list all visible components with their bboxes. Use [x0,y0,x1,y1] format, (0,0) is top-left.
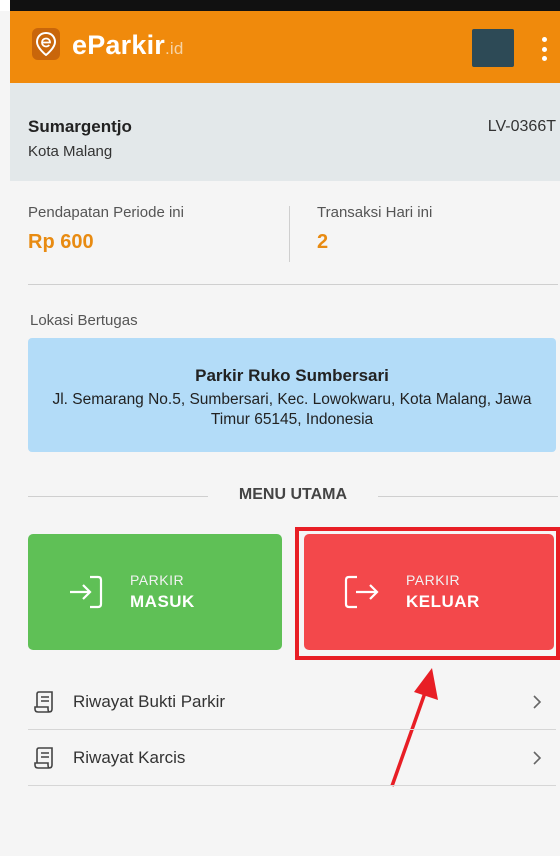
transaction-label: Transaksi Hari ini [317,204,433,221]
stats-divider [289,206,290,262]
brand-suffix: .id [164,39,184,58]
transaction-stat: Transaksi Hari ini 2 [317,204,432,254]
sign-in-icon [70,575,103,609]
more-vertical-icon[interactable] [540,37,548,61]
menu-header: MENU UTAMA [28,484,558,508]
park-out-button[interactable]: PARKIR KELUAR [304,534,554,650]
user-code: LV-0366T [487,118,556,135]
receipt-scroll-icon [34,691,53,713]
chevron-right-icon [533,695,542,709]
menu-header-line-right [378,496,558,497]
income-label: Pendapatan Periode ini [28,204,184,221]
park-in-labels: PARKIR MASUK [130,572,195,612]
avatar[interactable] [472,29,514,67]
location-card: Parkir Ruko Sumbersari Jl. Semarang No.5… [28,338,556,452]
list-item-riwayat-karcis[interactable]: Riwayat Karcis [28,730,556,786]
sign-out-icon [344,575,379,609]
park-out-big-label: KELUAR [406,592,480,611]
income-value: Rp 600 [28,231,94,253]
status-bar [0,0,560,11]
park-out-labels: PARKIR KELUAR [406,572,480,612]
app-bar: eParkir.id [10,11,560,83]
chevron-right-icon [533,751,542,765]
park-out-small-label: PARKIR [406,572,461,588]
brand-name: eParkir [72,30,165,60]
user-city: Kota Malang [28,143,113,160]
user-info-card: Sumargentjo Kota Malang LV-0366T [10,83,560,181]
stats-panel: Pendapatan Periode ini Rp 600 Transaksi … [28,204,558,268]
divider [28,284,558,285]
app-logo: eParkir.id [72,30,184,61]
location-pin-e-icon [32,28,60,60]
user-name: Sumargentjo [28,117,132,136]
park-in-small-label: PARKIR [130,572,185,588]
park-in-big-label: MASUK [130,592,195,611]
transaction-value: 2 [317,231,329,253]
income-stat: Pendapatan Periode ini Rp 600 [28,204,184,254]
location-label: Lokasi Bertugas [30,312,138,329]
list-item-label: Riwayat Karcis [73,748,186,767]
park-in-button[interactable]: PARKIR MASUK [28,534,282,650]
receipt-scroll-icon [34,747,53,769]
location-address: Jl. Semarang No.5, Sumbersari, Kec. Lowo… [52,391,532,428]
list-item-riwayat-bukti-parkir[interactable]: Riwayat Bukti Parkir [28,674,556,730]
list-item-label: Riwayat Bukti Parkir [73,692,226,711]
location-name: Parkir Ruko Sumbersari [195,366,389,385]
menu-title: MENU UTAMA [238,486,348,503]
history-list: Riwayat Bukti Parkir Riwayat Karcis [28,674,556,786]
